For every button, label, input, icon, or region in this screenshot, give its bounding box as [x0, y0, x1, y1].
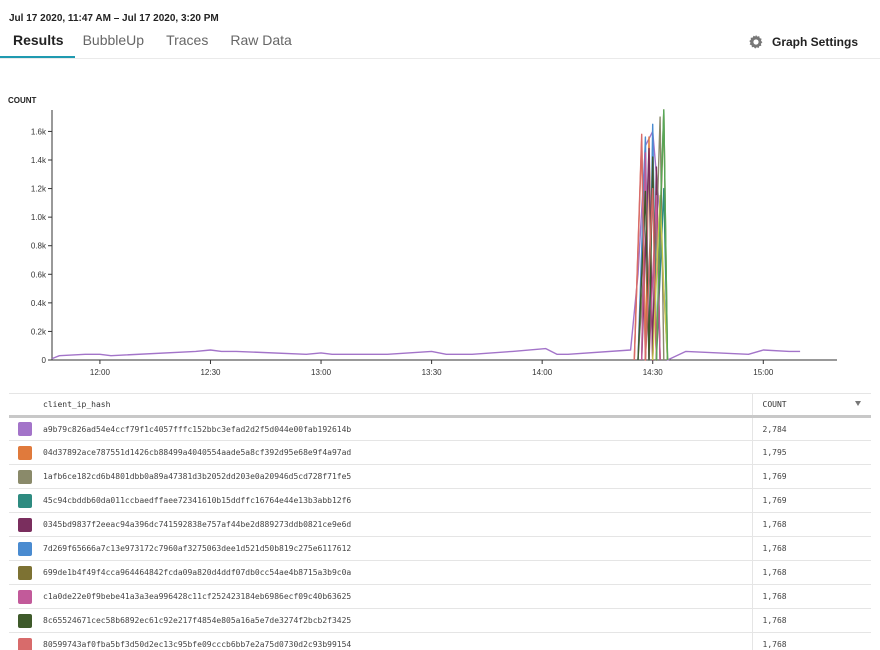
header-swatch-cell	[9, 393, 42, 418]
client-ip-hash-cell: 8c65524671cec58b6892ec61c92e217f4854e805…	[42, 608, 753, 633]
tab-raw-data[interactable]: Raw Data	[218, 30, 301, 58]
client-ip-hash-cell: 1afb6ce182cd6b4801dbb0a89a47381d3b2052dd…	[42, 464, 753, 489]
client-ip-hash-cell: 0345bd9837f2eeac94a396dc741592838e757af4…	[42, 512, 753, 537]
count-cell: 2,784	[752, 416, 871, 441]
y-tick-label: 0.4k	[31, 299, 47, 308]
client-ip-hash-cell: 7d269f65666a7c13e973172c7960af3275063dee…	[42, 536, 753, 561]
count-cell: 1,768	[752, 632, 871, 650]
x-tick-label: 12:00	[90, 368, 111, 377]
client-ip-hash-cell: 04d37892ace787551d1426cb88499a4040554aad…	[42, 440, 753, 465]
client-ip-hash-cell: a9b79c826ad54e4ccf79f1c4057fffc152bbc3ef…	[42, 416, 753, 441]
count-cell: 1,768	[752, 584, 871, 609]
table-row[interactable]: 45c94cbddb60da011ccbaedffaee72341610b15d…	[9, 488, 871, 513]
table-row[interactable]: 0345bd9837f2eeac94a396dc741592838e757af4…	[9, 512, 871, 537]
count-cell: 1,795	[752, 440, 871, 465]
swatch-cell	[9, 464, 42, 489]
graph-settings-label: Graph Settings	[771, 35, 858, 49]
y-tick-label: 1.2k	[31, 185, 47, 194]
table-header-row: client_ip_hash COUNT	[9, 393, 871, 418]
graph-settings-button[interactable]: Graph Settings	[748, 34, 858, 50]
swatch-cell	[9, 488, 42, 513]
table-row[interactable]: 699de1b4f49f4cca964464842fcda09a820d4ddf…	[9, 560, 871, 585]
series-color-swatch[interactable]	[18, 517, 32, 532]
series-color-swatch[interactable]	[18, 565, 32, 580]
count-cell: 1,768	[752, 608, 871, 633]
count-cell: 1,768	[752, 512, 871, 537]
x-tick-label: 13:30	[422, 368, 443, 377]
count-cell: 1,769	[752, 464, 871, 489]
series-color-swatch[interactable]	[18, 493, 32, 508]
y-tick-label: 0.8k	[31, 242, 47, 251]
swatch-cell	[9, 512, 42, 537]
swatch-cell	[9, 536, 42, 561]
count-cell: 1,769	[752, 488, 871, 513]
series-color-swatch[interactable]	[18, 422, 32, 436]
client-ip-hash-cell: 699de1b4f49f4cca964464842fcda09a820d4ddf…	[42, 560, 753, 585]
tab-bubbleup[interactable]: BubbleUp	[75, 30, 155, 58]
client-ip-hash-cell: 80599743af0fba5bf3d50d2ec13c95bfe09cccb6…	[42, 632, 753, 650]
series-color-swatch[interactable]	[18, 637, 32, 650]
table-row[interactable]: 1afb6ce182cd6b4801dbb0a89a47381d3b2052dd…	[9, 464, 871, 489]
table-row[interactable]: 04d37892ace787551d1426cb88499a4040554aad…	[9, 440, 871, 465]
series-color-swatch[interactable]	[18, 613, 32, 628]
y-tick-label: 0.6k	[31, 270, 47, 279]
client-ip-hash-cell: c1a0de22e0f9bebe41a3a3ea996428c11cf25242…	[42, 584, 753, 609]
x-tick-label: 15:00	[753, 368, 774, 377]
series-color-swatch[interactable]	[18, 445, 32, 460]
series-color-swatch[interactable]	[18, 589, 32, 604]
tab-traces[interactable]: Traces	[154, 30, 218, 58]
table-body: a9b79c826ad54e4ccf79f1c4057fffc152bbc3ef…	[9, 416, 871, 650]
sort-desc-icon[interactable]	[855, 401, 861, 406]
tabs-divider	[0, 58, 880, 59]
swatch-cell	[9, 584, 42, 609]
table-row[interactable]: 8c65524671cec58b6892ec61c92e217f4854e805…	[9, 608, 871, 633]
count-cell: 1,768	[752, 536, 871, 561]
gear-icon	[749, 35, 763, 49]
count-chart-svg: COUNT 0 0.2k 0.4k 0.6k 0.8k 1.0k 1.2k 1.4k 1.6k 12…	[8, 96, 837, 377]
table-row[interactable]: 7d269f65666a7c13e973172c7960af3275063dee…	[9, 536, 871, 561]
y-axis-label: COUNT	[8, 96, 37, 105]
x-tick-label: 13:00	[311, 368, 332, 377]
results-table: client_ip_hash COUNT a9b79c826ad54e4ccf7…	[9, 393, 871, 650]
swatch-cell	[9, 416, 42, 441]
y-tick-label: 0	[42, 356, 47, 365]
y-tick-label: 1.6k	[31, 127, 47, 136]
client-ip-hash-cell: 45c94cbddb60da011ccbaedffaee72341610b15d…	[42, 488, 753, 513]
header-count[interactable]: COUNT	[752, 393, 871, 418]
results-tabs: Results BubbleUp Traces Raw Data	[0, 30, 302, 60]
swatch-cell	[9, 632, 42, 650]
swatch-cell	[9, 440, 42, 465]
header-client-ip-hash[interactable]: client_ip_hash	[42, 393, 753, 418]
y-tick-label: 1.4k	[31, 156, 47, 165]
swatch-cell	[9, 560, 42, 585]
x-tick-label: 14:30	[643, 368, 664, 377]
tab-results[interactable]: Results	[0, 30, 75, 58]
header-count-label: COUNT	[762, 400, 787, 409]
series-line-1	[51, 130, 801, 361]
series-color-swatch[interactable]	[18, 541, 32, 556]
x-tick-label: 12:30	[200, 368, 221, 377]
x-tick-label: 14:00	[532, 368, 553, 377]
table-row[interactable]: a9b79c826ad54e4ccf79f1c4057fffc152bbc3ef…	[9, 416, 871, 441]
count-chart: COUNT 0 0.2k 0.4k 0.6k 0.8k 1.0k 1.2k 1.4k 1.6k 12…	[0, 88, 880, 388]
count-cell: 1,768	[752, 560, 871, 585]
y-tick-label: 0.2k	[31, 327, 47, 336]
y-tick-label: 1.0k	[31, 213, 47, 222]
series-color-swatch[interactable]	[18, 469, 32, 484]
swatch-cell	[9, 608, 42, 633]
table-row[interactable]: 80599743af0fba5bf3d50d2ec13c95bfe09cccb6…	[9, 632, 871, 650]
table-row[interactable]: c1a0de22e0f9bebe41a3a3ea996428c11cf25242…	[9, 584, 871, 609]
time-range-label: Jul 17 2020, 11:47 AM – Jul 17 2020, 3:2…	[9, 13, 219, 24]
